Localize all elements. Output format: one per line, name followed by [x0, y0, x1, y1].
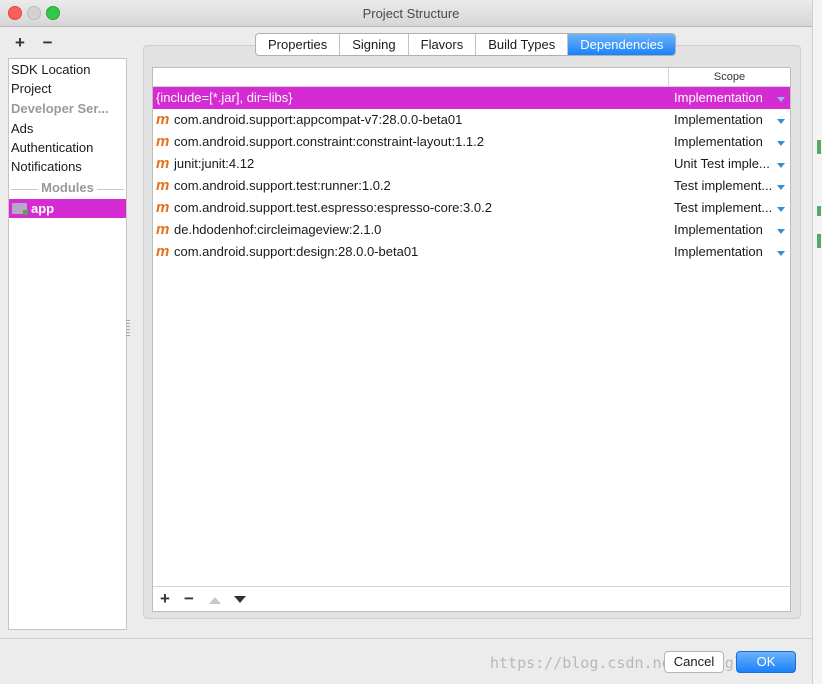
add-module-button[interactable]: + [15, 33, 39, 53]
footer-divider [0, 638, 812, 639]
dependency-name: junit:junit:4.12 [174, 156, 255, 171]
sidebar-item-label: app [31, 201, 55, 216]
scope-column-header[interactable]: Scope [669, 68, 790, 87]
edge-marker [817, 234, 821, 248]
maven-icon: m [156, 133, 170, 150]
modules-heading: Modules [9, 180, 126, 198]
ok-button[interactable]: OK [736, 651, 796, 673]
table-row[interactable]: m com.android.support:appcompat-v7:28.0.… [153, 109, 790, 131]
tab-dependencies[interactable]: Dependencies [568, 34, 676, 55]
sidebar-heading-developer-services: Developer Ser... [11, 101, 109, 116]
scope-value[interactable]: Implementation [674, 241, 774, 263]
dropdown-arrow-icon[interactable] [777, 229, 785, 234]
maven-icon: m [156, 221, 170, 238]
dependency-column-header[interactable] [153, 68, 669, 87]
add-dependency-button[interactable]: + [160, 589, 170, 609]
table-toolbar: + − [153, 586, 790, 611]
table-row[interactable]: m junit:junit:4.12 Unit Test imple... [153, 153, 790, 175]
sidebar-toolbar: + − [15, 33, 67, 53]
module-folder-icon [12, 203, 28, 215]
title-bar: Project Structure [0, 0, 822, 27]
tab-signing[interactable]: Signing [340, 34, 409, 55]
tab-properties[interactable]: Properties [256, 34, 341, 55]
sidebar-item-notifications[interactable]: Notifications [11, 157, 82, 176]
splitter-handle[interactable] [126, 320, 130, 336]
scope-value[interactable]: Unit Test imple... [674, 153, 774, 175]
dropdown-arrow-icon[interactable] [777, 97, 785, 102]
scope-value[interactable]: Test implement... [674, 197, 774, 219]
sidebar-item-app[interactable]: app [9, 199, 126, 218]
dropdown-arrow-icon[interactable] [777, 119, 785, 124]
dependency-name: com.android.support:design:28.0.0-beta01 [174, 244, 419, 259]
tab-bar: Properties Signing Flavors Build Types D… [255, 33, 677, 56]
dependency-name: com.android.support.test.espresso:espres… [174, 200, 492, 215]
table-row[interactable]: m com.android.support.constraint:constra… [153, 131, 790, 153]
dropdown-arrow-icon[interactable] [777, 207, 785, 212]
table-row[interactable]: m de.hdodenhof:circleimageview:2.1.0 Imp… [153, 219, 790, 241]
window-title: Project Structure [362, 6, 460, 21]
sidebar-panel: SDK Location Project Developer Ser... Ad… [8, 58, 127, 630]
dependency-name: {include=[*.jar], dir=libs} [156, 90, 293, 105]
maven-icon: m [156, 243, 170, 260]
sidebar-item-sdk-location[interactable]: SDK Location [11, 60, 91, 79]
table-row[interactable]: m com.android.support.test.espresso:espr… [153, 197, 790, 219]
sidebar-item-authentication[interactable]: Authentication [11, 138, 93, 157]
dependencies-table: Scope {include=[*.jar], dir=libs} Implem… [152, 67, 791, 612]
sidebar-item-project[interactable]: Project [11, 79, 51, 98]
scope-value[interactable]: Implementation [674, 131, 774, 153]
dropdown-arrow-icon[interactable] [777, 251, 785, 256]
table-row[interactable]: {include=[*.jar], dir=libs} Implementati… [153, 87, 790, 109]
scope-value[interactable]: Implementation [674, 87, 774, 109]
scope-value[interactable]: Implementation [674, 109, 774, 131]
dropdown-arrow-icon[interactable] [777, 185, 785, 190]
background-window-edge [812, 0, 822, 684]
move-down-icon[interactable] [234, 596, 246, 603]
remove-dependency-button[interactable]: − [184, 589, 194, 609]
dropdown-arrow-icon[interactable] [777, 163, 785, 168]
dependency-name: com.android.support.constraint:constrain… [174, 134, 485, 149]
table-row[interactable]: m com.android.support:design:28.0.0-beta… [153, 241, 790, 263]
maven-icon: m [156, 155, 170, 172]
dependency-name: com.android.support.test:runner:1.0.2 [174, 178, 391, 193]
cancel-button[interactable]: Cancel [664, 651, 724, 673]
dependency-name: com.android.support:appcompat-v7:28.0.0-… [174, 112, 463, 127]
remove-module-button[interactable]: − [43, 33, 67, 53]
scope-value[interactable]: Test implement... [674, 175, 774, 197]
maven-icon: m [156, 199, 170, 216]
dropdown-arrow-icon[interactable] [777, 141, 785, 146]
edge-marker [817, 140, 821, 154]
move-up-icon[interactable] [209, 597, 221, 604]
tab-build-types[interactable]: Build Types [476, 34, 569, 55]
edge-marker [817, 206, 821, 216]
maven-icon: m [156, 177, 170, 194]
scope-value[interactable]: Implementation [674, 219, 774, 241]
dependency-name: de.hdodenhof:circleimageview:2.1.0 [174, 222, 382, 237]
sidebar-item-ads[interactable]: Ads [11, 119, 33, 138]
tab-flavors[interactable]: Flavors [409, 34, 477, 55]
table-row[interactable]: m com.android.support.test:runner:1.0.2 … [153, 175, 790, 197]
maven-icon: m [156, 111, 170, 128]
